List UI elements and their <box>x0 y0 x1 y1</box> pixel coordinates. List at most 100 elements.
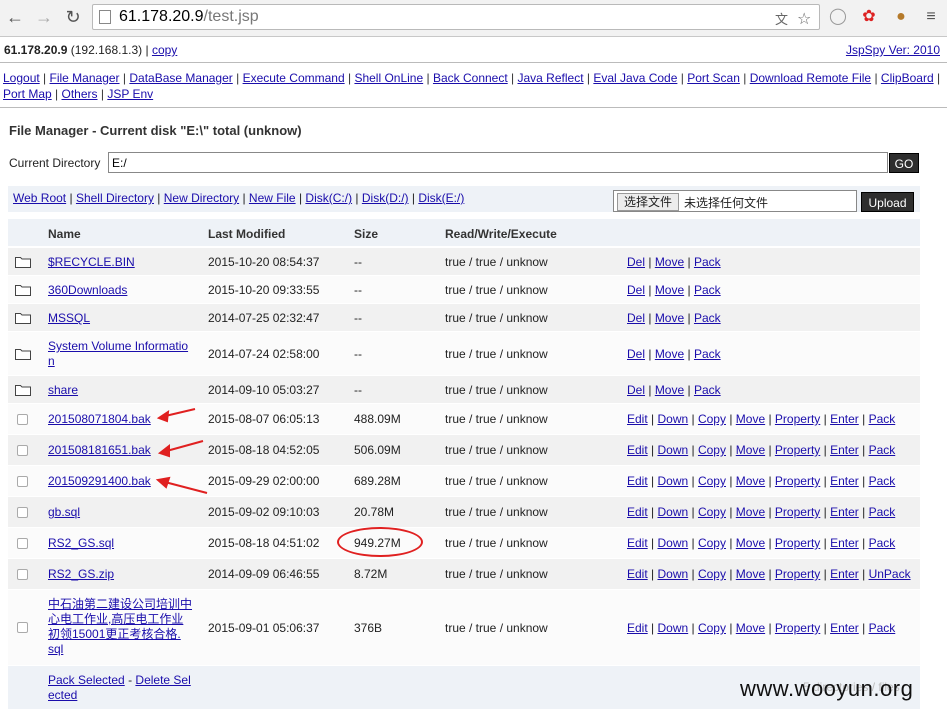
enter-link[interactable]: Enter <box>830 536 859 550</box>
edit-link[interactable]: Edit <box>627 443 648 457</box>
pack-link[interactable]: Pack <box>694 283 721 297</box>
pack-link[interactable]: Pack <box>869 505 896 519</box>
unpack-link[interactable]: UnPack <box>869 567 911 581</box>
property-link[interactable]: Property <box>775 474 820 488</box>
move-link[interactable]: Move <box>736 505 765 519</box>
menu-java-reflect[interactable]: Java Reflect <box>518 71 584 85</box>
copy-link[interactable]: Copy <box>698 536 726 550</box>
down-link[interactable]: Down <box>657 412 688 426</box>
file-link[interactable]: gb.sql <box>48 505 198 519</box>
new-directory-link[interactable]: New Directory <box>164 191 239 205</box>
move-link[interactable]: Move <box>736 567 765 581</box>
disk-e-link[interactable]: Disk(E:/) <box>418 191 464 205</box>
menu-file-manager[interactable]: File Manager <box>50 71 120 85</box>
menu-port-scan[interactable]: Port Scan <box>687 71 740 85</box>
copy-link[interactable]: copy <box>152 43 177 57</box>
menu-others[interactable]: Others <box>62 87 98 101</box>
del-link[interactable]: Del <box>627 383 645 397</box>
menu-execute-command[interactable]: Execute Command <box>243 71 345 85</box>
down-link[interactable]: Down <box>657 536 688 550</box>
translate-icon[interactable]: 文 <box>775 9 788 28</box>
copy-link[interactable]: Copy <box>698 621 726 635</box>
move-link[interactable]: Move <box>736 621 765 635</box>
edit-link[interactable]: Edit <box>627 412 648 426</box>
row-checkbox[interactable] <box>17 507 28 518</box>
edit-link[interactable]: Edit <box>627 621 648 635</box>
property-link[interactable]: Property <box>775 567 820 581</box>
pack-link[interactable]: Pack <box>694 255 721 269</box>
file-link[interactable]: RS2_GS.sql <box>48 536 198 550</box>
edit-link[interactable]: Edit <box>627 474 648 488</box>
move-link[interactable]: Move <box>736 536 765 550</box>
copy-link[interactable]: Copy <box>698 474 726 488</box>
address-url[interactable]: 61.178.20.9/test.jsp <box>119 8 259 26</box>
del-link[interactable]: Del <box>627 347 645 361</box>
choose-file-button[interactable]: 选择文件 <box>617 193 680 211</box>
row-checkbox[interactable] <box>17 476 28 487</box>
disk-c-link[interactable]: Disk(C:/) <box>305 191 352 205</box>
folder-link[interactable]: System Volume Informatio n <box>48 339 198 369</box>
menu-jsp-env[interactable]: JSP Env <box>107 87 153 101</box>
copy-link[interactable]: Copy <box>698 505 726 519</box>
folder-link[interactable]: $RECYCLE.BIN <box>48 255 198 269</box>
back-arrow-icon[interactable]: ← <box>4 6 26 28</box>
menu-logout[interactable]: Logout <box>3 71 40 85</box>
copy-link[interactable]: Copy <box>698 412 726 426</box>
del-link[interactable]: Del <box>627 311 645 325</box>
edit-link[interactable]: Edit <box>627 505 648 519</box>
enter-link[interactable]: Enter <box>830 412 859 426</box>
web-root-link[interactable]: Web Root <box>13 191 66 205</box>
pack-link[interactable]: Pack <box>694 347 721 361</box>
enter-link[interactable]: Enter <box>830 443 859 457</box>
row-checkbox[interactable] <box>17 445 28 456</box>
new-file-link[interactable]: New File <box>249 191 296 205</box>
shell-directory-link[interactable]: Shell Directory <box>76 191 154 205</box>
row-checkbox[interactable] <box>17 569 28 580</box>
copy-link[interactable]: Copy <box>698 567 726 581</box>
enter-link[interactable]: Enter <box>830 567 859 581</box>
go-button[interactable]: GO <box>889 153 919 173</box>
move-link[interactable]: Move <box>736 412 765 426</box>
pack-link[interactable]: Pack <box>869 474 896 488</box>
enter-link[interactable]: Enter <box>830 474 859 488</box>
menu-eval-java-code[interactable]: Eval Java Code <box>593 71 677 85</box>
row-checkbox[interactable] <box>17 414 28 425</box>
down-link[interactable]: Down <box>657 443 688 457</box>
move-link[interactable]: Move <box>655 383 684 397</box>
move-link[interactable]: Move <box>655 347 684 361</box>
row-checkbox[interactable] <box>17 538 28 549</box>
menu-icon[interactable]: ≡ <box>920 6 942 28</box>
property-link[interactable]: Property <box>775 536 820 550</box>
reload-icon[interactable]: ↻ <box>62 6 84 28</box>
file-upload-field[interactable]: 选择文件 未选择任何文件 <box>613 190 857 212</box>
down-link[interactable]: Down <box>657 567 688 581</box>
pack-selected-link[interactable]: Pack Selected <box>48 673 125 687</box>
down-link[interactable]: Down <box>657 621 688 635</box>
copy-link[interactable]: Copy <box>698 443 726 457</box>
del-link[interactable]: Del <box>627 255 645 269</box>
enter-link[interactable]: Enter <box>830 621 859 635</box>
upload-button[interactable]: Upload <box>861 192 914 212</box>
menu-port-map[interactable]: Port Map <box>3 87 52 101</box>
row-checkbox[interactable] <box>17 622 28 633</box>
pack-link[interactable]: Pack <box>694 311 721 325</box>
down-link[interactable]: Down <box>657 505 688 519</box>
property-link[interactable]: Property <box>775 621 820 635</box>
move-link[interactable]: Move <box>655 311 684 325</box>
down-link[interactable]: Down <box>657 474 688 488</box>
menu-back-connect[interactable]: Back Connect <box>433 71 508 85</box>
edit-link[interactable]: Edit <box>627 536 648 550</box>
menu-database-manager[interactable]: DataBase Manager <box>129 71 232 85</box>
cookie-icon[interactable]: ● <box>890 6 912 28</box>
property-link[interactable]: Property <box>775 443 820 457</box>
property-link[interactable]: Property <box>775 412 820 426</box>
disk-d-link[interactable]: Disk(D:/) <box>362 191 409 205</box>
property-link[interactable]: Property <box>775 505 820 519</box>
menu-clipboard[interactable]: ClipBoard <box>881 71 934 85</box>
pack-link[interactable]: Pack <box>869 443 896 457</box>
folder-link[interactable]: 360Downloads <box>48 283 198 297</box>
enter-link[interactable]: Enter <box>830 505 859 519</box>
address-bar[interactable]: 61.178.20.9/test.jsp 文 ☆ <box>92 4 820 30</box>
move-link[interactable]: Move <box>736 443 765 457</box>
move-link[interactable]: Move <box>655 283 684 297</box>
